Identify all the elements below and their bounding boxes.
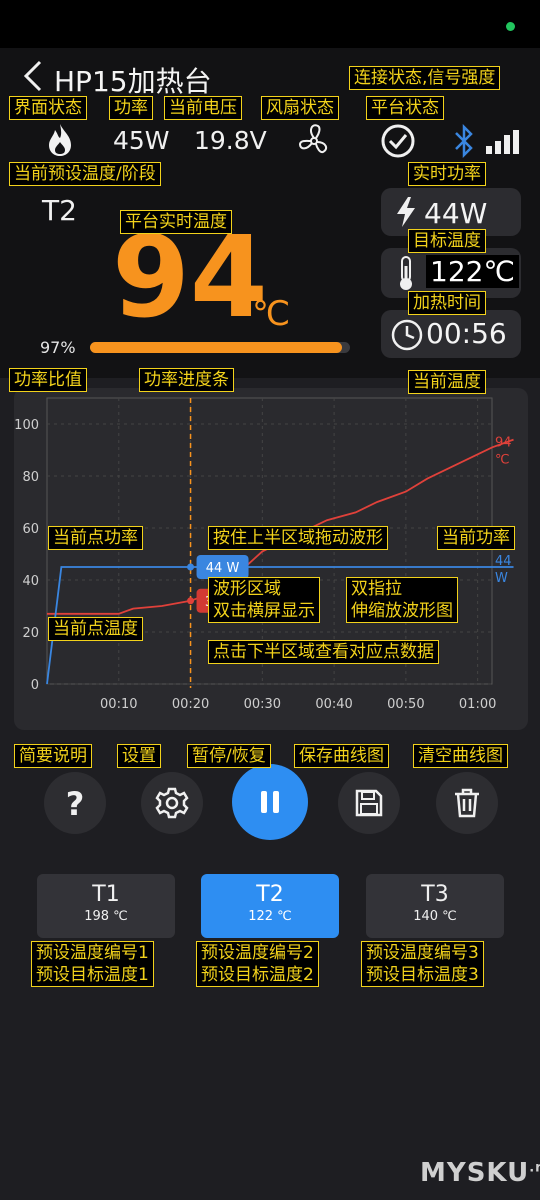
preset-card-t2[interactable]: T2 122 ℃ [201,874,339,938]
annotation-point-temp: 当前点温度 [48,617,143,641]
annotation-fan: 风扇状态 [261,96,339,120]
status-bar [0,0,540,48]
annotation-current-temp: 当前温度 [408,370,486,394]
settings-button[interactable] [141,772,203,834]
save-chart-button[interactable] [338,772,400,834]
gear-icon [155,787,189,819]
preset-temp: 140 ℃ [413,909,457,924]
annotation-ui-state: 界面状态 [9,96,87,120]
watermark-text: MYSKU [420,1158,530,1188]
x-tick-label: 00:30 [244,697,281,712]
annotation-clear: 清空曲线图 [413,744,508,768]
annotation-save: 保存曲线图 [294,744,389,768]
chevron-left-icon [23,60,42,92]
camera-dot [506,22,515,31]
back-button[interactable] [18,56,48,96]
x-tick-label: 00:50 [387,697,424,712]
flame-icon [49,124,71,156]
power-value: 45W [113,126,170,155]
preset-name: T3 [421,882,449,907]
power-progress-track [90,342,350,353]
annotation-heat-time: 加热时间 [408,291,486,315]
y-tick-label: 60 [22,522,39,537]
annotation-point-power: 当前点功率 [48,526,143,550]
clear-chart-button[interactable] [436,772,498,834]
annotation-preset-2: 预设温度编号2 预设目标温度2 [196,941,319,987]
annotation-realtime-power: 实时功率 [408,162,486,186]
annotation-preset: 当前预设温度/阶段 [9,162,161,186]
realtime-power-value: 44W [424,197,488,230]
annotation-help: 简要说明 [14,744,92,768]
y-tick-label: 40 [22,574,39,589]
power-point-marker [187,563,195,571]
fan-icon [298,124,328,154]
power-ratio: 97% [40,338,76,357]
trash-icon [455,788,479,818]
x-tick-label: 00:20 [172,697,209,712]
annotation-pinch: 双指拉 伸缩放波形图 [346,577,458,623]
y-tick-label: 20 [22,626,39,641]
annotation-power-ratio: 功率比值 [9,368,87,392]
watermark: MYSKU.ru [420,1158,540,1188]
preset-name: T2 [256,882,284,907]
temperature-unit: ℃ [252,294,291,334]
y-tick-label: 100 [14,418,39,433]
bluetooth-icon [455,124,473,158]
y-tick-label: 0 [31,678,39,693]
power-end-unit: W [495,571,508,586]
svg-text:?: ? [66,785,85,821]
annotation-settings: 设置 [117,744,161,768]
pause-icon [261,791,279,813]
check-circle-icon [381,124,415,158]
watermark-sup: .ru [529,1160,540,1176]
annotation-drag: 按住上半区域拖动波形 [208,526,388,550]
question-icon: ? [66,785,85,821]
annotation-preset-3: 预设温度编号3 预设目标温度3 [361,941,484,987]
preset-card-t1[interactable]: T1 198 ℃ [37,874,175,938]
temperature-end-unit: ℃ [495,453,510,468]
help-button[interactable]: ? [44,772,106,834]
preset-card-t3[interactable]: T3 140 ℃ [366,874,504,938]
power-end-label: 44 [495,554,512,569]
annotation-platform: 平台状态 [366,96,444,120]
current-preset: T2 [42,194,77,227]
temperature-end-label: 94 [495,436,512,451]
power-tooltip-text: 44 W [206,561,240,576]
signal-bars-icon [486,130,519,154]
temp-point-marker [187,597,195,605]
y-tick-label: 80 [22,470,39,485]
annotation-realtime-temp: 平台实时温度 [120,210,232,234]
target-temp-value: 122℃ [426,255,519,288]
floppy-disk-icon [355,789,383,817]
annotation-target-temp: 目标温度 [408,229,486,253]
preset-name: T1 [92,882,120,907]
preset-temp: 122 ℃ [248,909,292,924]
annotation-pause: 暂停/恢复 [187,744,271,768]
annotation-wave-area: 波形区域 双击横屏显示 [208,577,320,623]
preset-temp: 198 ℃ [84,909,128,924]
thermometer-icon [400,256,412,290]
annotation-progress: 功率进度条 [139,368,234,392]
x-tick-label: 00:10 [100,697,137,712]
clock-icon [391,319,423,351]
voltage-value: 19.8V [194,126,267,155]
x-tick-label: 01:00 [459,697,496,712]
annotation-voltage: 当前电压 [164,96,242,120]
temperature-chart[interactable]: 0 20 40 60 80 100 00:10 00:20 00:30 00:40 00:50 01:… [14,388,528,730]
annotation-power: 功率 [109,96,153,120]
lightning-icon [397,197,415,227]
x-tick-label: 00:40 [315,697,352,712]
pause-resume-button[interactable] [232,764,308,840]
power-progress-fill [90,342,343,353]
annotation-connection: 连接状态,信号强度 [349,66,501,90]
heat-time-value: 00:56 [426,317,507,350]
page-title: HP15加热台 [54,65,212,98]
chart-panel[interactable]: 0 20 40 60 80 100 00:10 00:20 00:30 00:40 00:50 01:… [14,388,528,730]
annotation-preset-1: 预设温度编号1 预设目标温度1 [31,941,154,987]
temperature-value: 94 [112,213,268,343]
annotation-current-power: 当前功率 [437,526,515,550]
annotation-tap-data: 点击下半区域查看对应点数据 [208,640,439,664]
